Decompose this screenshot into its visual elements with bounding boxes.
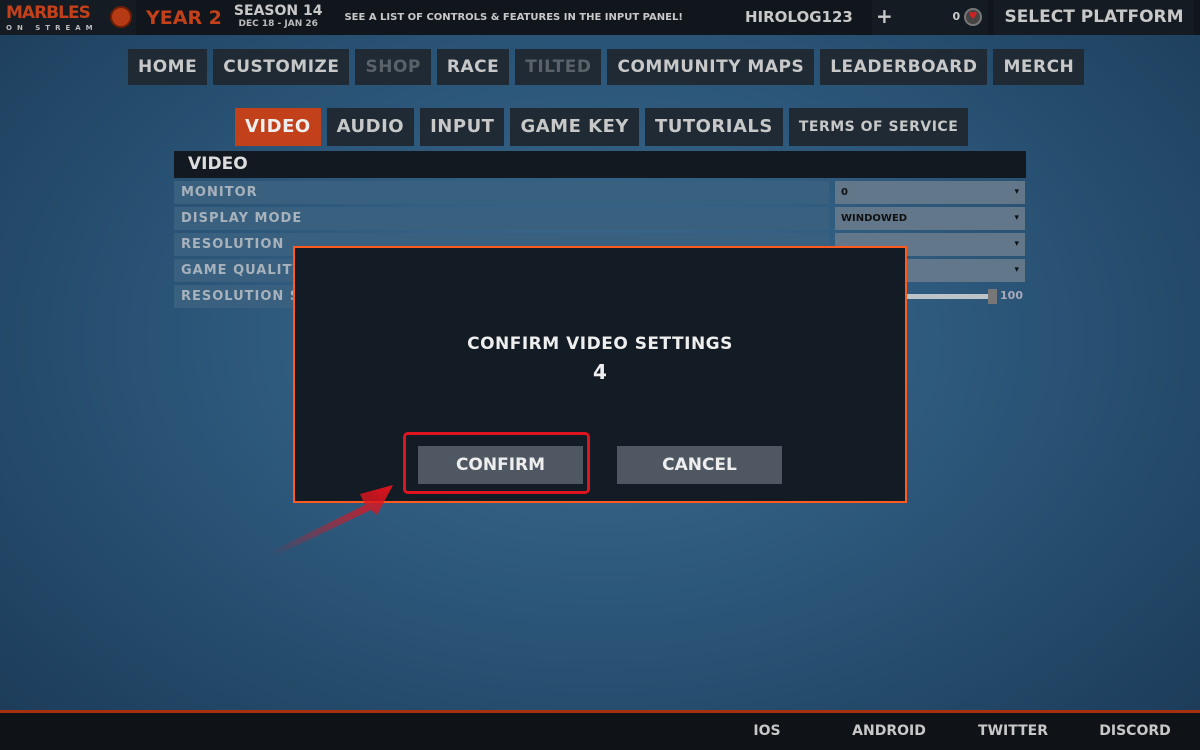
marble-icon [110, 6, 132, 28]
footer-link-twitter[interactable]: TWITTER [958, 713, 1068, 750]
add-coins-button[interactable]: + 0 ♥ [872, 0, 988, 35]
cancel-button[interactable]: CANCEL [617, 446, 782, 484]
display-mode-dropdown[interactable]: WINDOWED [835, 207, 1025, 230]
tab-input[interactable]: INPUT [420, 108, 505, 146]
settings-tabs: VIDEO AUDIO INPUT GAME KEY TUTORIALS TER… [235, 108, 969, 146]
setting-label: DISPLAY MODE [174, 207, 829, 230]
tab-video[interactable]: VIDEO [235, 108, 321, 146]
footer-link-discord[interactable]: DISCORD [1080, 713, 1190, 750]
setting-row-display-mode: DISPLAY MODE WINDOWED [174, 207, 1026, 230]
nav-tilted[interactable]: TILTED [515, 49, 602, 85]
nav-shop[interactable]: SHOP [355, 49, 431, 85]
coin-value: 0 [952, 10, 961, 23]
nav-leaderboard[interactable]: LEADERBOARD [820, 49, 988, 85]
main-nav: HOME CUSTOMIZE SHOP RACE TILTED COMMUNIT… [128, 49, 1085, 85]
season-info: SEASON 14 DEC 18 - JAN 26 [233, 2, 323, 31]
tip-text: SEE A LIST OF CONTROLS & FEATURES IN THE… [344, 12, 683, 23]
season-dates: DEC 18 - JAN 26 [238, 18, 318, 29]
tab-game-key[interactable]: GAME KEY [510, 108, 639, 146]
tab-audio[interactable]: AUDIO [326, 108, 415, 146]
tab-terms-of-service[interactable]: TERMS OF SERVICE [788, 108, 969, 146]
slider-handle[interactable] [988, 289, 997, 304]
nav-customize[interactable]: CUSTOMIZE [213, 49, 350, 85]
setting-label: MONITOR [174, 181, 829, 204]
slider-value: 100 [1000, 289, 1023, 302]
panel-title: VIDEO [174, 151, 1026, 178]
setting-row-monitor: MONITOR 0 [174, 181, 1026, 204]
footer-link-android[interactable]: ANDROID [834, 713, 944, 750]
plus-icon: + [876, 4, 893, 28]
red-arrow-annotation [270, 485, 393, 556]
confirm-video-settings-dialog: CONFIRM VIDEO SETTINGS 4 CONFIRM CANCEL [293, 246, 907, 503]
coin-icon: ♥ [964, 8, 982, 26]
monitor-dropdown[interactable]: 0 [835, 181, 1025, 204]
dialog-title: CONFIRM VIDEO SETTINGS [467, 334, 733, 354]
tab-tutorials[interactable]: TUTORIALS [644, 108, 783, 146]
footer-link-ios[interactable]: IOS [712, 713, 822, 750]
footer: IOS ANDROID TWITTER DISCORD [0, 713, 1200, 750]
nav-home[interactable]: HOME [128, 49, 208, 85]
coin-count: 0 ♥ [952, 0, 982, 33]
countdown: 4 [593, 360, 607, 384]
nav-race[interactable]: RACE [436, 49, 510, 85]
nav-merch[interactable]: MERCH [993, 49, 1085, 85]
highlight-box [403, 432, 590, 494]
marbles-logo[interactable]: MARBLES ON STREAM [0, 0, 136, 35]
username[interactable]: HIROLOG123 [745, 0, 853, 35]
select-platform-button[interactable]: SELECT PLATFORM [994, 0, 1194, 35]
year-label: YEAR 2 [146, 6, 222, 29]
season-label: SEASON 14 [233, 2, 323, 19]
nav-community-maps[interactable]: COMMUNITY MAPS [607, 49, 815, 85]
